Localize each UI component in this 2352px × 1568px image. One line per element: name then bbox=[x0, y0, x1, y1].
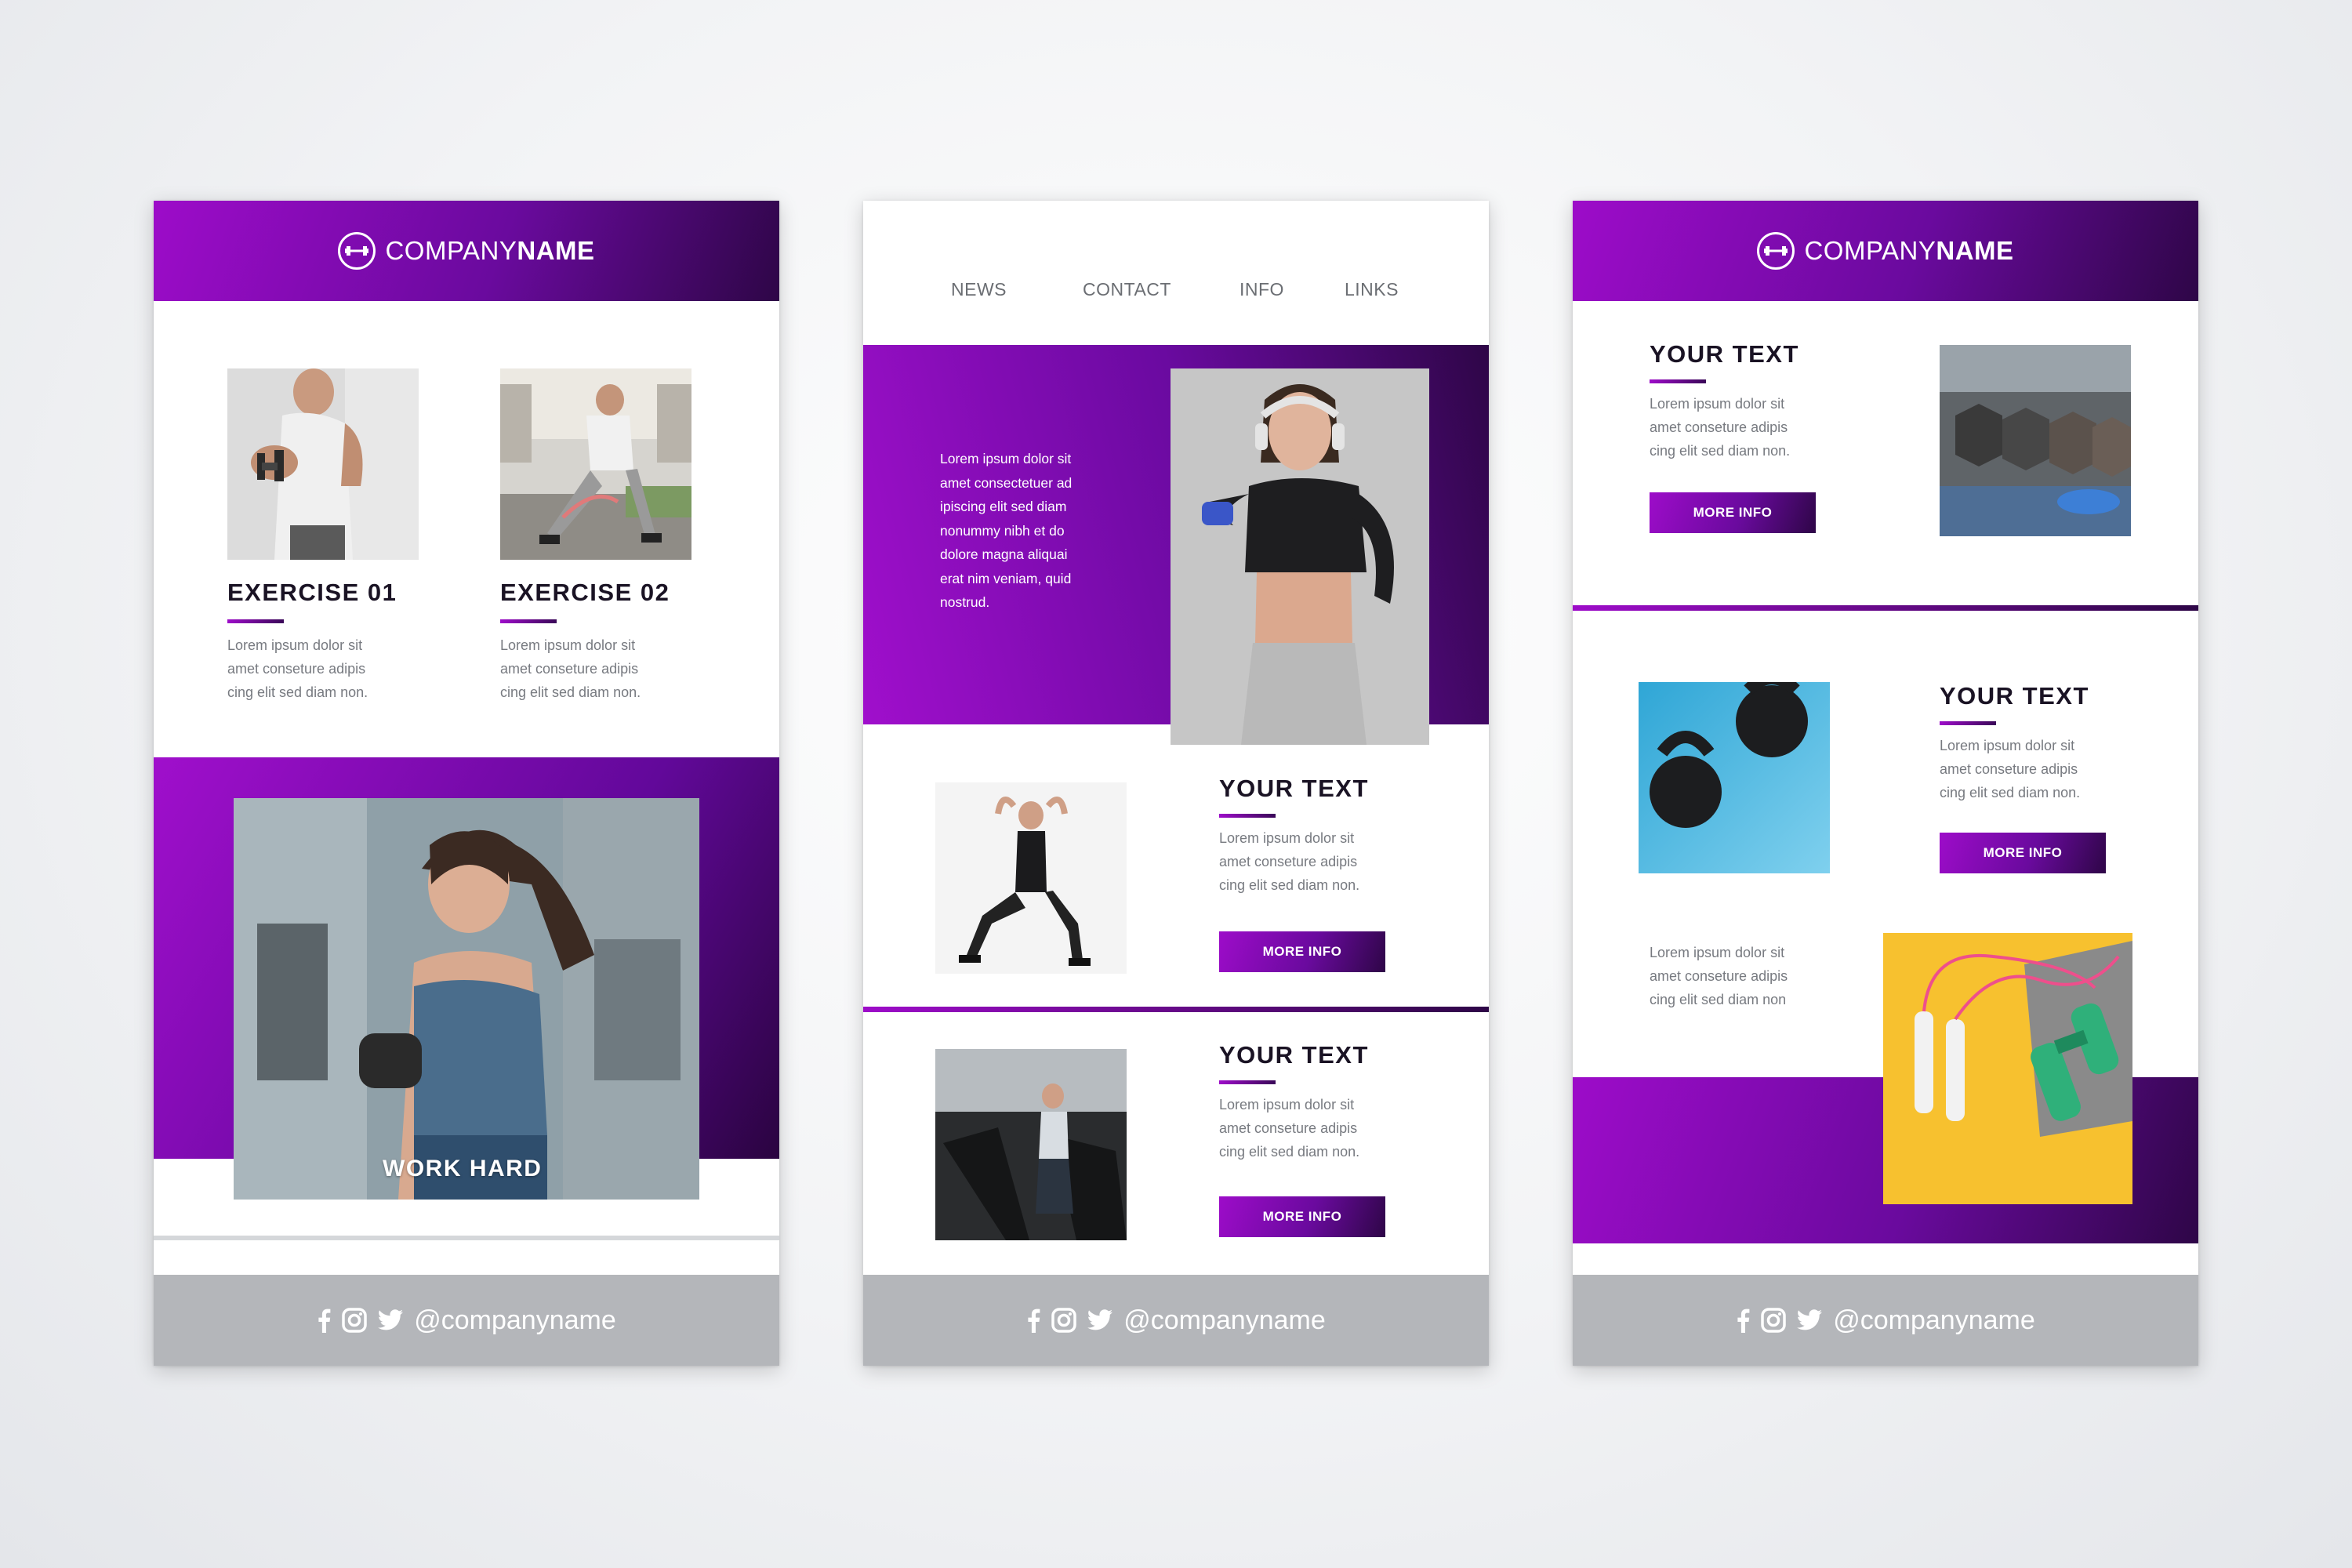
social-footer: @companyname bbox=[154, 1275, 779, 1366]
section-photo-dumbbell-rack bbox=[1940, 345, 2131, 536]
bottom-photo-jump-rope bbox=[1883, 933, 2132, 1204]
nav-links[interactable]: LINKS bbox=[1345, 279, 1399, 300]
section-title: YOUR TEXT bbox=[1219, 775, 1369, 802]
social-footer: @companyname bbox=[1573, 1275, 2198, 1366]
twitter-icon[interactable] bbox=[378, 1309, 404, 1331]
section-text: Lorem ipsum dolor sit amet conseture adip… bbox=[1219, 830, 1360, 893]
company-name: COMPANYNAME bbox=[1804, 236, 2014, 265]
social-handle[interactable]: @companyname bbox=[414, 1305, 616, 1336]
title-underline bbox=[227, 619, 284, 623]
bottom-text: Lorem ipsum dolor sit amet conseture adip… bbox=[1650, 945, 1788, 1007]
more-info-button[interactable]: MORE INFO bbox=[1219, 1196, 1385, 1237]
company-logo[interactable]: COMPANYNAME bbox=[1757, 232, 2013, 270]
card-header: COMPANYNAME bbox=[1573, 201, 2198, 301]
title-underline bbox=[500, 619, 557, 623]
section-photo-woman-lunge bbox=[935, 782, 1127, 974]
more-info-button[interactable]: MORE INFO bbox=[1650, 492, 1816, 533]
title-underline bbox=[1940, 721, 1996, 725]
facebook-icon[interactable] bbox=[1026, 1308, 1040, 1333]
company-logo[interactable]: COMPANYNAME bbox=[338, 232, 594, 270]
divider-line bbox=[863, 1007, 1489, 1012]
section-text: Lorem ipsum dolor sit amet conseture adip… bbox=[1219, 1097, 1360, 1160]
hero-caption: WORK HARD bbox=[383, 1156, 543, 1181]
twitter-icon[interactable] bbox=[1797, 1309, 1823, 1331]
exercise-photo-man-band bbox=[500, 368, 691, 560]
facebook-icon[interactable] bbox=[1736, 1308, 1750, 1333]
section-text: Lorem ipsum dolor sit amet conseture adip… bbox=[1940, 738, 2081, 800]
section-title: YOUR TEXT bbox=[1940, 682, 2089, 710]
more-info-button[interactable]: MORE INFO bbox=[1219, 931, 1385, 972]
nav-info[interactable]: INFO bbox=[1240, 279, 1284, 300]
title-underline bbox=[1219, 814, 1276, 818]
facebook-icon[interactable] bbox=[317, 1308, 331, 1333]
exercise-title: EXERCISE 01 bbox=[227, 579, 397, 606]
hero-photo-woman-boxing bbox=[1171, 368, 1429, 745]
social-footer: @companyname bbox=[863, 1275, 1489, 1366]
section-photo-kettlebells bbox=[1639, 682, 1830, 873]
title-underline bbox=[1219, 1080, 1276, 1084]
nav-news[interactable]: NEWS bbox=[951, 279, 1007, 300]
twitter-icon[interactable] bbox=[1087, 1309, 1113, 1331]
hero-text: Lorem ipsum dolor sit amet consectetuer a… bbox=[940, 451, 1073, 610]
top-nav: NEWS CONTACT INFO LINKS bbox=[863, 279, 1489, 326]
exercise-photo-man-dumbbell bbox=[227, 368, 419, 560]
section-title: YOUR TEXT bbox=[1219, 1041, 1369, 1069]
title-underline bbox=[1650, 379, 1706, 383]
more-info-button[interactable]: MORE INFO bbox=[1940, 833, 2106, 873]
exercise-title: EXERCISE 02 bbox=[500, 579, 670, 606]
newsletter-card-middle: NEWS CONTACT INFO LINKS Lorem ipsum dolo… bbox=[863, 201, 1489, 1366]
dumbbell-icon bbox=[1757, 232, 1795, 270]
social-handle[interactable]: @companyname bbox=[1123, 1305, 1326, 1336]
company-name: COMPANYNAME bbox=[385, 236, 595, 265]
social-handle[interactable]: @companyname bbox=[1833, 1305, 2035, 1336]
instagram-icon[interactable] bbox=[1761, 1308, 1786, 1333]
newsletter-card-right: COMPANYNAME YOUR TEXT Lorem ipsum dolor … bbox=[1573, 201, 2198, 1366]
card-header: COMPANYNAME bbox=[154, 201, 779, 301]
instagram-icon[interactable] bbox=[342, 1308, 367, 1333]
section-photo-woman-treadmill bbox=[935, 1049, 1127, 1240]
dumbbell-icon bbox=[338, 232, 376, 270]
divider-line bbox=[1573, 605, 2198, 611]
nav-contact[interactable]: CONTACT bbox=[1083, 279, 1171, 300]
exercise-text: Lorem ipsum dolor sit amet conseture adip… bbox=[500, 637, 641, 700]
divider-line bbox=[154, 1236, 779, 1240]
section-title: YOUR TEXT bbox=[1650, 340, 1799, 368]
hero-photo-woman-running bbox=[234, 798, 699, 1200]
exercise-text: Lorem ipsum dolor sit amet conseture adip… bbox=[227, 637, 368, 700]
instagram-icon[interactable] bbox=[1051, 1308, 1076, 1333]
newsletter-card-left: COMPANYNAME EXERCISE 01 Lorem ipsum dolo… bbox=[154, 201, 779, 1366]
section-text: Lorem ipsum dolor sit amet conseture adip… bbox=[1650, 396, 1791, 459]
